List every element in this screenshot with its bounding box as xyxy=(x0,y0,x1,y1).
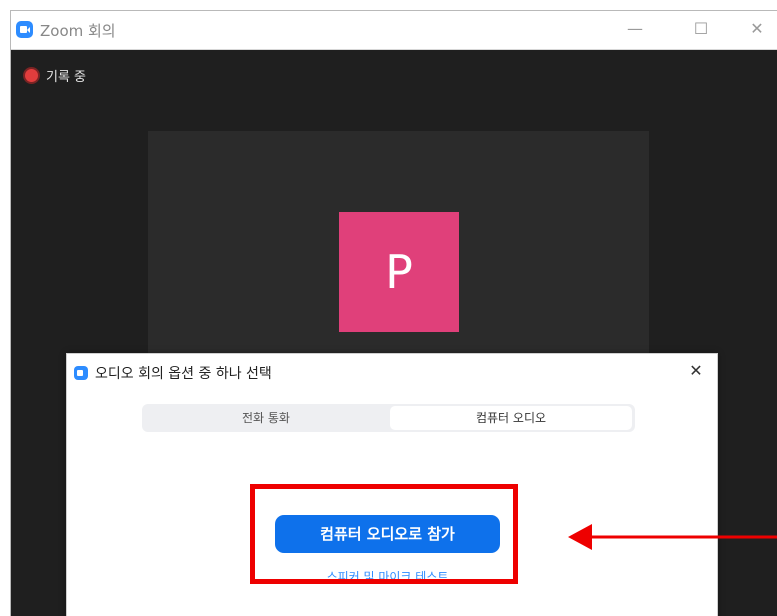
participant-avatar: P xyxy=(339,212,459,332)
test-speaker-mic-link[interactable]: 스피커 및 마이크 테스트 xyxy=(305,568,470,585)
recording-label: 기록 중 xyxy=(46,70,87,85)
tab-phone-call[interactable]: 전화 통화 xyxy=(142,404,390,432)
join-with-computer-audio-button[interactable]: 컴퓨터 오디오로 참가 xyxy=(275,515,500,553)
zoom-meeting-window: Zoom 회의 — ☐ ✕ 기록 중 P 오디오 회의 옵션 중 하나 선택 ✕… xyxy=(10,10,777,616)
recording-icon xyxy=(25,69,38,82)
dialog-close-button[interactable]: ✕ xyxy=(685,360,707,382)
title-bar: Zoom 회의 — ☐ ✕ xyxy=(11,11,777,50)
zoom-logo-icon xyxy=(16,21,33,38)
audio-tabs: 전화 통화 컴퓨터 오디오 xyxy=(142,404,635,432)
tab-computer-audio[interactable]: 컴퓨터 오디오 xyxy=(390,406,632,430)
maximize-button[interactable]: ☐ xyxy=(689,19,713,39)
minimize-button[interactable]: — xyxy=(623,19,647,39)
audio-options-dialog: 오디오 회의 옵션 중 하나 선택 ✕ 전화 통화 컴퓨터 오디오 컴퓨터 오디… xyxy=(66,353,718,616)
dialog-title: 오디오 회의 옵션 중 하나 선택 xyxy=(95,366,272,382)
close-window-button[interactable]: ✕ xyxy=(745,19,769,39)
zoom-logo-icon xyxy=(74,366,88,380)
participant-video-tile: P xyxy=(148,131,649,381)
window-title: Zoom 회의 xyxy=(40,22,116,40)
